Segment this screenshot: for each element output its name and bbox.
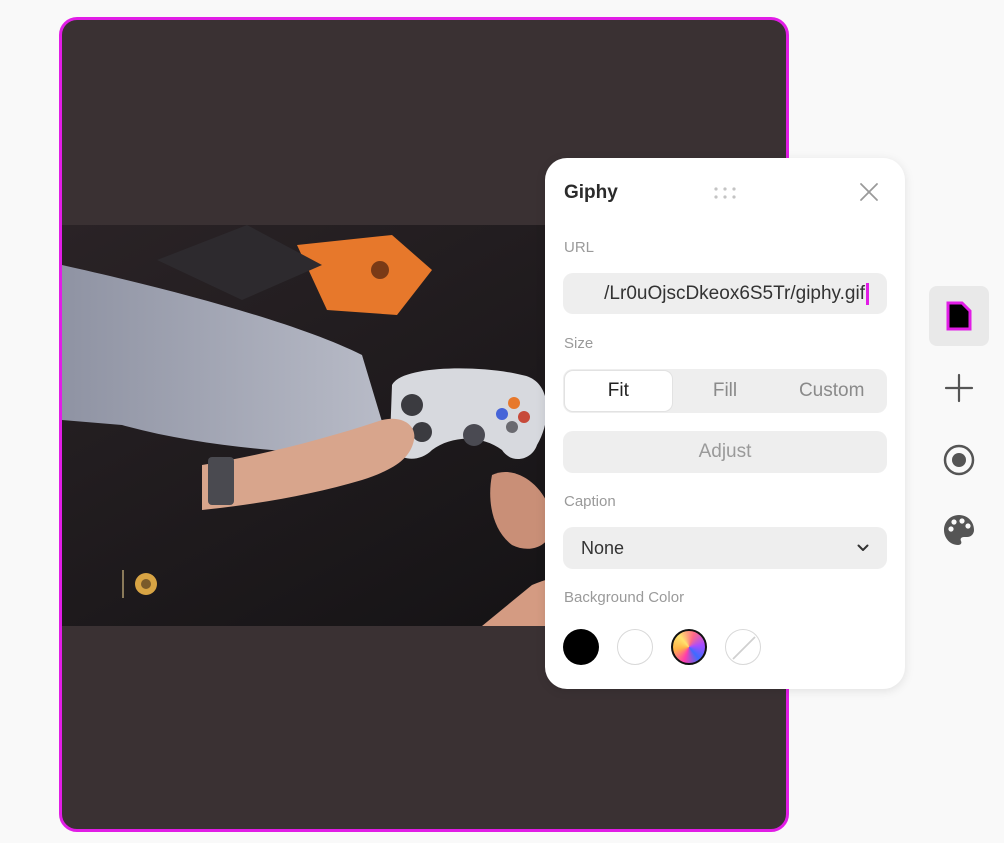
palette-button[interactable] xyxy=(929,500,989,560)
document-button[interactable] xyxy=(929,286,989,346)
close-button[interactable] xyxy=(859,182,879,202)
size-option-fill[interactable]: Fill xyxy=(672,371,779,411)
size-segmented-control: Fit Fill Custom xyxy=(563,369,887,413)
plus-icon xyxy=(944,373,974,403)
background-color-label: Background Color xyxy=(564,589,685,606)
palette-icon xyxy=(944,515,974,545)
size-option-fit[interactable]: Fit xyxy=(565,371,672,411)
background-color-swatches xyxy=(563,629,761,665)
swatch-none[interactable] xyxy=(725,629,761,665)
swatch-gradient[interactable] xyxy=(671,629,707,665)
size-label: Size xyxy=(564,335,594,352)
no-color-icon xyxy=(732,636,756,660)
panel-title: Giphy xyxy=(564,182,618,203)
swatch-white[interactable] xyxy=(617,629,653,665)
document-icon xyxy=(946,301,972,331)
chevron-down-icon xyxy=(857,544,869,551)
close-icon xyxy=(860,183,878,201)
adjust-button[interactable]: Adjust xyxy=(563,431,887,473)
url-input[interactable]: /Lr0uOjscDkeox6S5Tr/giphy.gif xyxy=(563,273,887,314)
drag-handle-icon[interactable] xyxy=(713,186,737,200)
record-button[interactable] xyxy=(929,430,989,490)
caption-select[interactable]: None xyxy=(563,527,887,569)
record-icon xyxy=(943,444,975,476)
giphy-panel: Giphy URL /Lr0uOjscDkeox6S5Tr/giphy.gif … xyxy=(545,158,905,689)
size-option-custom[interactable]: Custom xyxy=(778,371,885,411)
swatch-black[interactable] xyxy=(563,629,599,665)
text-caret xyxy=(866,282,869,305)
caption-value: None xyxy=(581,537,625,558)
add-button[interactable] xyxy=(929,358,989,418)
caption-label: Caption xyxy=(564,493,616,510)
url-label: URL xyxy=(564,239,595,256)
url-value: /Lr0uOjscDkeox6S5Tr/giphy.gif xyxy=(604,282,865,304)
